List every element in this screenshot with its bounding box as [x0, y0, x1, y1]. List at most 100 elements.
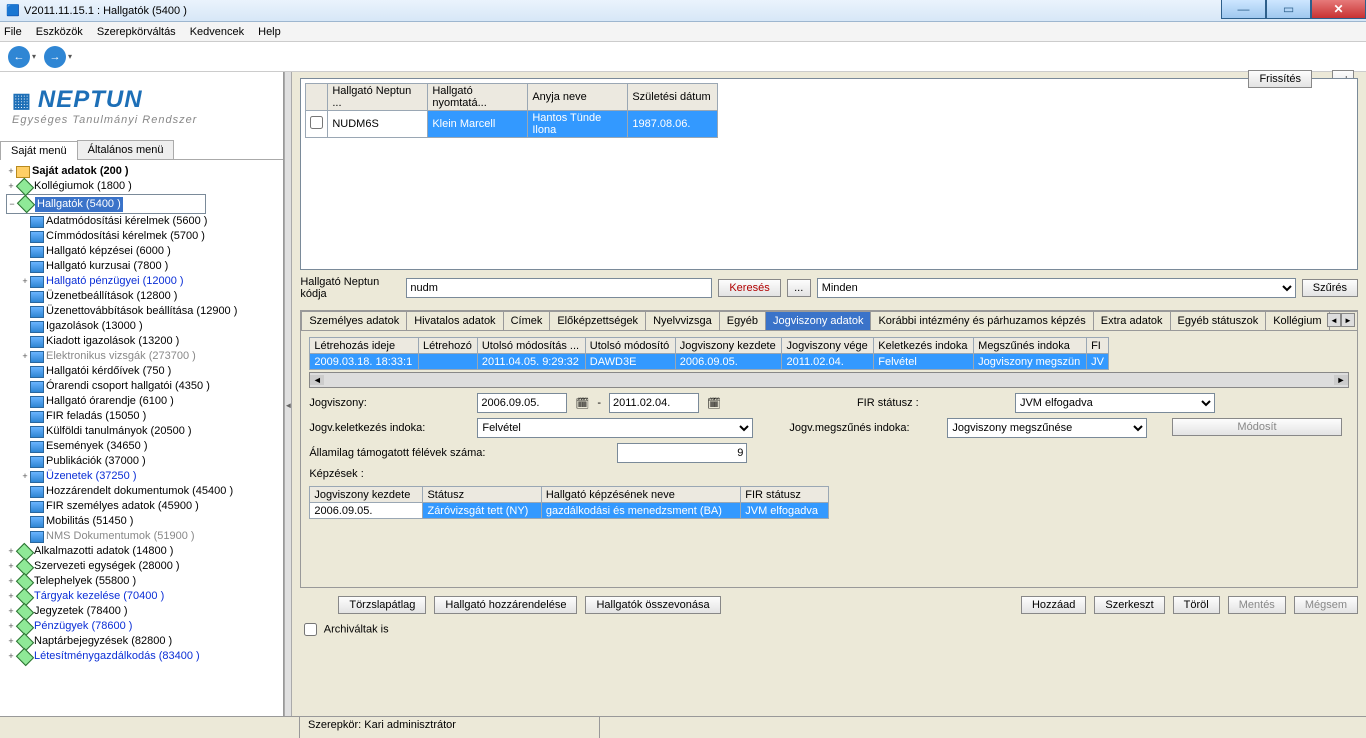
torzslap-button[interactable]: Törzslapátlag [338, 596, 426, 614]
detail-tab[interactable]: Kollégium [1265, 311, 1329, 330]
menu-file[interactable]: File [4, 26, 22, 38]
search-more-button[interactable]: ... [787, 279, 811, 297]
jogv-header[interactable]: Utolsó módosítás ... [477, 338, 585, 354]
tree-item[interactable]: Üzenetbeállítások (12800 ) [6, 289, 281, 304]
detail-tab[interactable]: Nyelvvizsga [645, 311, 720, 330]
select-megszunes[interactable]: Jogviszony megszűnése [947, 418, 1147, 438]
select-keletkezes[interactable]: Felvétel [477, 418, 753, 438]
tree-item[interactable]: Külföldi tanulmányok (20500 ) [6, 424, 281, 439]
kepz-header[interactable]: FIR státusz [741, 487, 829, 503]
col-neptun[interactable]: Hallgató Neptun ... [328, 84, 428, 111]
students-grid[interactable]: Hallgató Neptun ... Hallgató nyomtatá...… [300, 78, 1358, 270]
jogv-header[interactable]: Jogviszony kezdete [675, 338, 782, 354]
kepzesek-row[interactable]: 2006.09.05.Záróvizsgát tett (NY)gazdálko… [310, 503, 829, 519]
kepz-header[interactable]: Státusz [423, 487, 541, 503]
tab-own-menu[interactable]: Saját menü [0, 141, 78, 160]
detail-tab[interactable]: Egyéb [719, 311, 766, 330]
tree-item[interactable]: +Létesítménygazdálkodás (83400 ) [6, 649, 281, 664]
minimize-button[interactable]: — [1221, 0, 1266, 19]
tab-scroll-left[interactable]: ◄ [1327, 313, 1341, 327]
menu-fav[interactable]: Kedvencek [190, 26, 244, 38]
jogv-header[interactable]: Utolsó módosító [585, 338, 675, 354]
col-mother[interactable]: Anyja neve [528, 84, 628, 111]
row-checkbox[interactable] [310, 116, 323, 129]
maximize-button[interactable]: ▭ [1266, 0, 1311, 19]
tree-item[interactable]: +Jegyzetek (78400 ) [6, 604, 281, 619]
tab-scroll-right[interactable]: ► [1341, 313, 1355, 327]
detail-tab[interactable]: Előképzettségek [549, 311, 646, 330]
cal-icon[interactable]: 🗓 [575, 397, 589, 410]
detail-tab[interactable]: Jogviszony adatok [765, 311, 872, 330]
col-birth[interactable]: Születési dátum [628, 84, 718, 111]
nav-forward-button[interactable]: → [44, 46, 66, 68]
tree-item[interactable]: +Tárgyak kezelése (70400 ) [6, 589, 281, 604]
menu-help[interactable]: Help [258, 26, 281, 38]
cal-icon[interactable]: 🗓 [707, 397, 721, 410]
tree-item[interactable]: +Naptárbejegyzések (82800 ) [6, 634, 281, 649]
tree-item[interactable]: FIR személyes adatok (45900 ) [6, 499, 281, 514]
sidebar-tree[interactable]: +Saját adatok (200 )+Kollégiumok (1800 )… [0, 160, 283, 700]
tree-item[interactable]: Igazolások (13000 ) [6, 319, 281, 334]
tree-item[interactable]: Események (34650 ) [6, 439, 281, 454]
jogv-header[interactable]: Megszűnés indoka [974, 338, 1087, 354]
detail-tab[interactable]: Hivatalos adatok [406, 311, 503, 330]
edit-button[interactable]: Szerkeszt [1094, 596, 1164, 614]
tree-item[interactable]: +Telephelyek (55800 ) [6, 574, 281, 589]
tree-item[interactable]: +Pénzügyek (78600 ) [6, 619, 281, 634]
kepzesek-grid[interactable]: Jogviszony kezdeteStátuszHallgató képzés… [309, 486, 1349, 519]
filter-button[interactable]: Szűrés [1302, 279, 1358, 297]
jogv-header[interactable]: Jogviszony vége [782, 338, 874, 354]
refresh-button[interactable]: Frissítés [1248, 70, 1312, 88]
menu-tools[interactable]: Eszközök [36, 26, 83, 38]
select-fir[interactable]: JVM elfogadva [1015, 393, 1215, 413]
search-input[interactable] [406, 278, 712, 298]
nav-forward-dropdown[interactable]: ▾ [68, 52, 72, 61]
jogv-header[interactable]: FI [1087, 338, 1109, 354]
tree-item[interactable]: Mobilitás (51450 ) [6, 514, 281, 529]
detail-tab[interactable]: Címek [503, 311, 551, 330]
tab-general-menu[interactable]: Általános menü [77, 140, 175, 159]
tree-item[interactable]: +Alkalmazotti adatok (14800 ) [6, 544, 281, 559]
jogv-header[interactable]: Létrehozás ideje [310, 338, 419, 354]
filter-dropdown[interactable]: Minden [817, 278, 1296, 298]
close-button[interactable]: ✕ [1311, 0, 1366, 19]
tree-item[interactable]: Címmódosítási kérelmek (5700 ) [6, 229, 281, 244]
archive-checkbox[interactable] [304, 623, 317, 636]
tree-item[interactable]: −Hallgatók (5400 ) [6, 194, 206, 214]
add-button[interactable]: Hozzáad [1021, 596, 1086, 614]
detail-tab[interactable]: Extra adatok [1093, 311, 1171, 330]
jogviszony-grid[interactable]: Létrehozás idejeLétrehozóUtolsó módosítá… [309, 337, 1349, 370]
tree-item[interactable]: Üzenettovábbítások beállítása (12900 ) [6, 304, 281, 319]
osszevonas-button[interactable]: Hallgatók összevonása [585, 596, 720, 614]
input-allamilag[interactable] [617, 443, 747, 463]
tree-item[interactable]: Publikációk (37000 ) [6, 454, 281, 469]
tree-item[interactable]: FIR feladás (15050 ) [6, 409, 281, 424]
tree-item[interactable]: NMS Dokumentumok (51900 ) [6, 529, 281, 544]
splitter[interactable]: ◄ [284, 72, 292, 738]
input-jogv-to[interactable] [609, 393, 699, 413]
tree-item[interactable]: +Kollégiumok (1800 ) [6, 179, 281, 194]
input-jogv-from[interactable] [477, 393, 567, 413]
scroll-left-icon[interactable]: ◄ [310, 375, 324, 385]
tree-item[interactable]: Hallgató képzései (6000 ) [6, 244, 281, 259]
horizontal-scrollbar[interactable]: ◄► [309, 372, 1349, 388]
tree-item[interactable]: Kiadott igazolások (13200 ) [6, 334, 281, 349]
col-printname[interactable]: Hallgató nyomtatá... [428, 84, 528, 111]
tree-item[interactable]: Órarendi csoport hallgatói (4350 ) [6, 379, 281, 394]
tree-item[interactable]: +Hallgató pénzügyei (12000 ) [6, 274, 281, 289]
tree-item[interactable]: +Szervezeti egységek (28000 ) [6, 559, 281, 574]
detail-tab[interactable]: Személyes adatok [301, 311, 407, 330]
jogviszony-row[interactable]: 2009.03.18. 18:33:12011.04.05. 9:29:32DA… [310, 354, 1109, 370]
kepz-header[interactable]: Hallgató képzésének neve [541, 487, 740, 503]
detail-tab[interactable]: Egyéb státuszok [1170, 311, 1267, 330]
tree-item[interactable]: Hallgató kurzusai (7800 ) [6, 259, 281, 274]
tree-item[interactable]: Hozzárendelt dokumentumok (45400 ) [6, 484, 281, 499]
tree-item[interactable]: +Elektronikus vizsgák (273700 ) [6, 349, 281, 364]
nav-back-button[interactable]: ← [8, 46, 30, 68]
tree-item[interactable]: +Saját adatok (200 ) [6, 164, 281, 179]
jogv-header[interactable]: Keletkezés indoka [874, 338, 974, 354]
delete-button[interactable]: Töröl [1173, 596, 1220, 614]
student-row[interactable]: NUDM6S Klein Marcell Hantos Tünde Ilona … [306, 111, 718, 138]
scroll-right-icon[interactable]: ► [1334, 375, 1348, 385]
hozzarendeles-button[interactable]: Hallgató hozzárendelése [434, 596, 577, 614]
